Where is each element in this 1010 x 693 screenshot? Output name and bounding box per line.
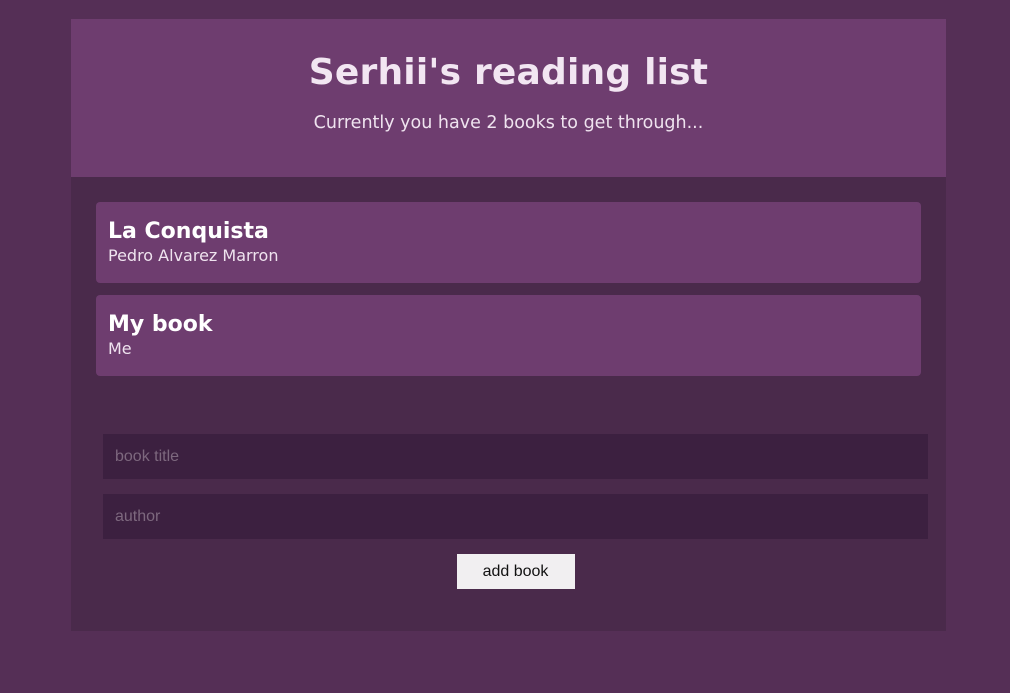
book-item-la-conquista[interactable]: La Conquista Pedro Alvarez Marron xyxy=(96,202,921,283)
navbar: Serhii's reading list Currently you have… xyxy=(71,19,946,177)
book-title: La Conquista xyxy=(108,219,269,244)
reading-list-app: Serhii's reading list Currently you have… xyxy=(71,19,946,631)
book-list: La Conquista Pedro Alvarez Marron My boo… xyxy=(96,202,921,376)
book-title-input[interactable] xyxy=(103,434,928,479)
page-title: Serhii's reading list xyxy=(308,52,709,93)
book-title: My book xyxy=(108,312,213,337)
add-book-form: add book xyxy=(103,434,928,589)
book-count-text: Currently you have 2 books to get throug… xyxy=(313,113,704,133)
book-item-my-book[interactable]: My book Me xyxy=(96,295,921,376)
add-book-button[interactable]: add book xyxy=(456,554,575,589)
author-input[interactable] xyxy=(103,494,928,539)
book-author: Me xyxy=(108,339,132,358)
book-author: Pedro Alvarez Marron xyxy=(108,246,279,265)
